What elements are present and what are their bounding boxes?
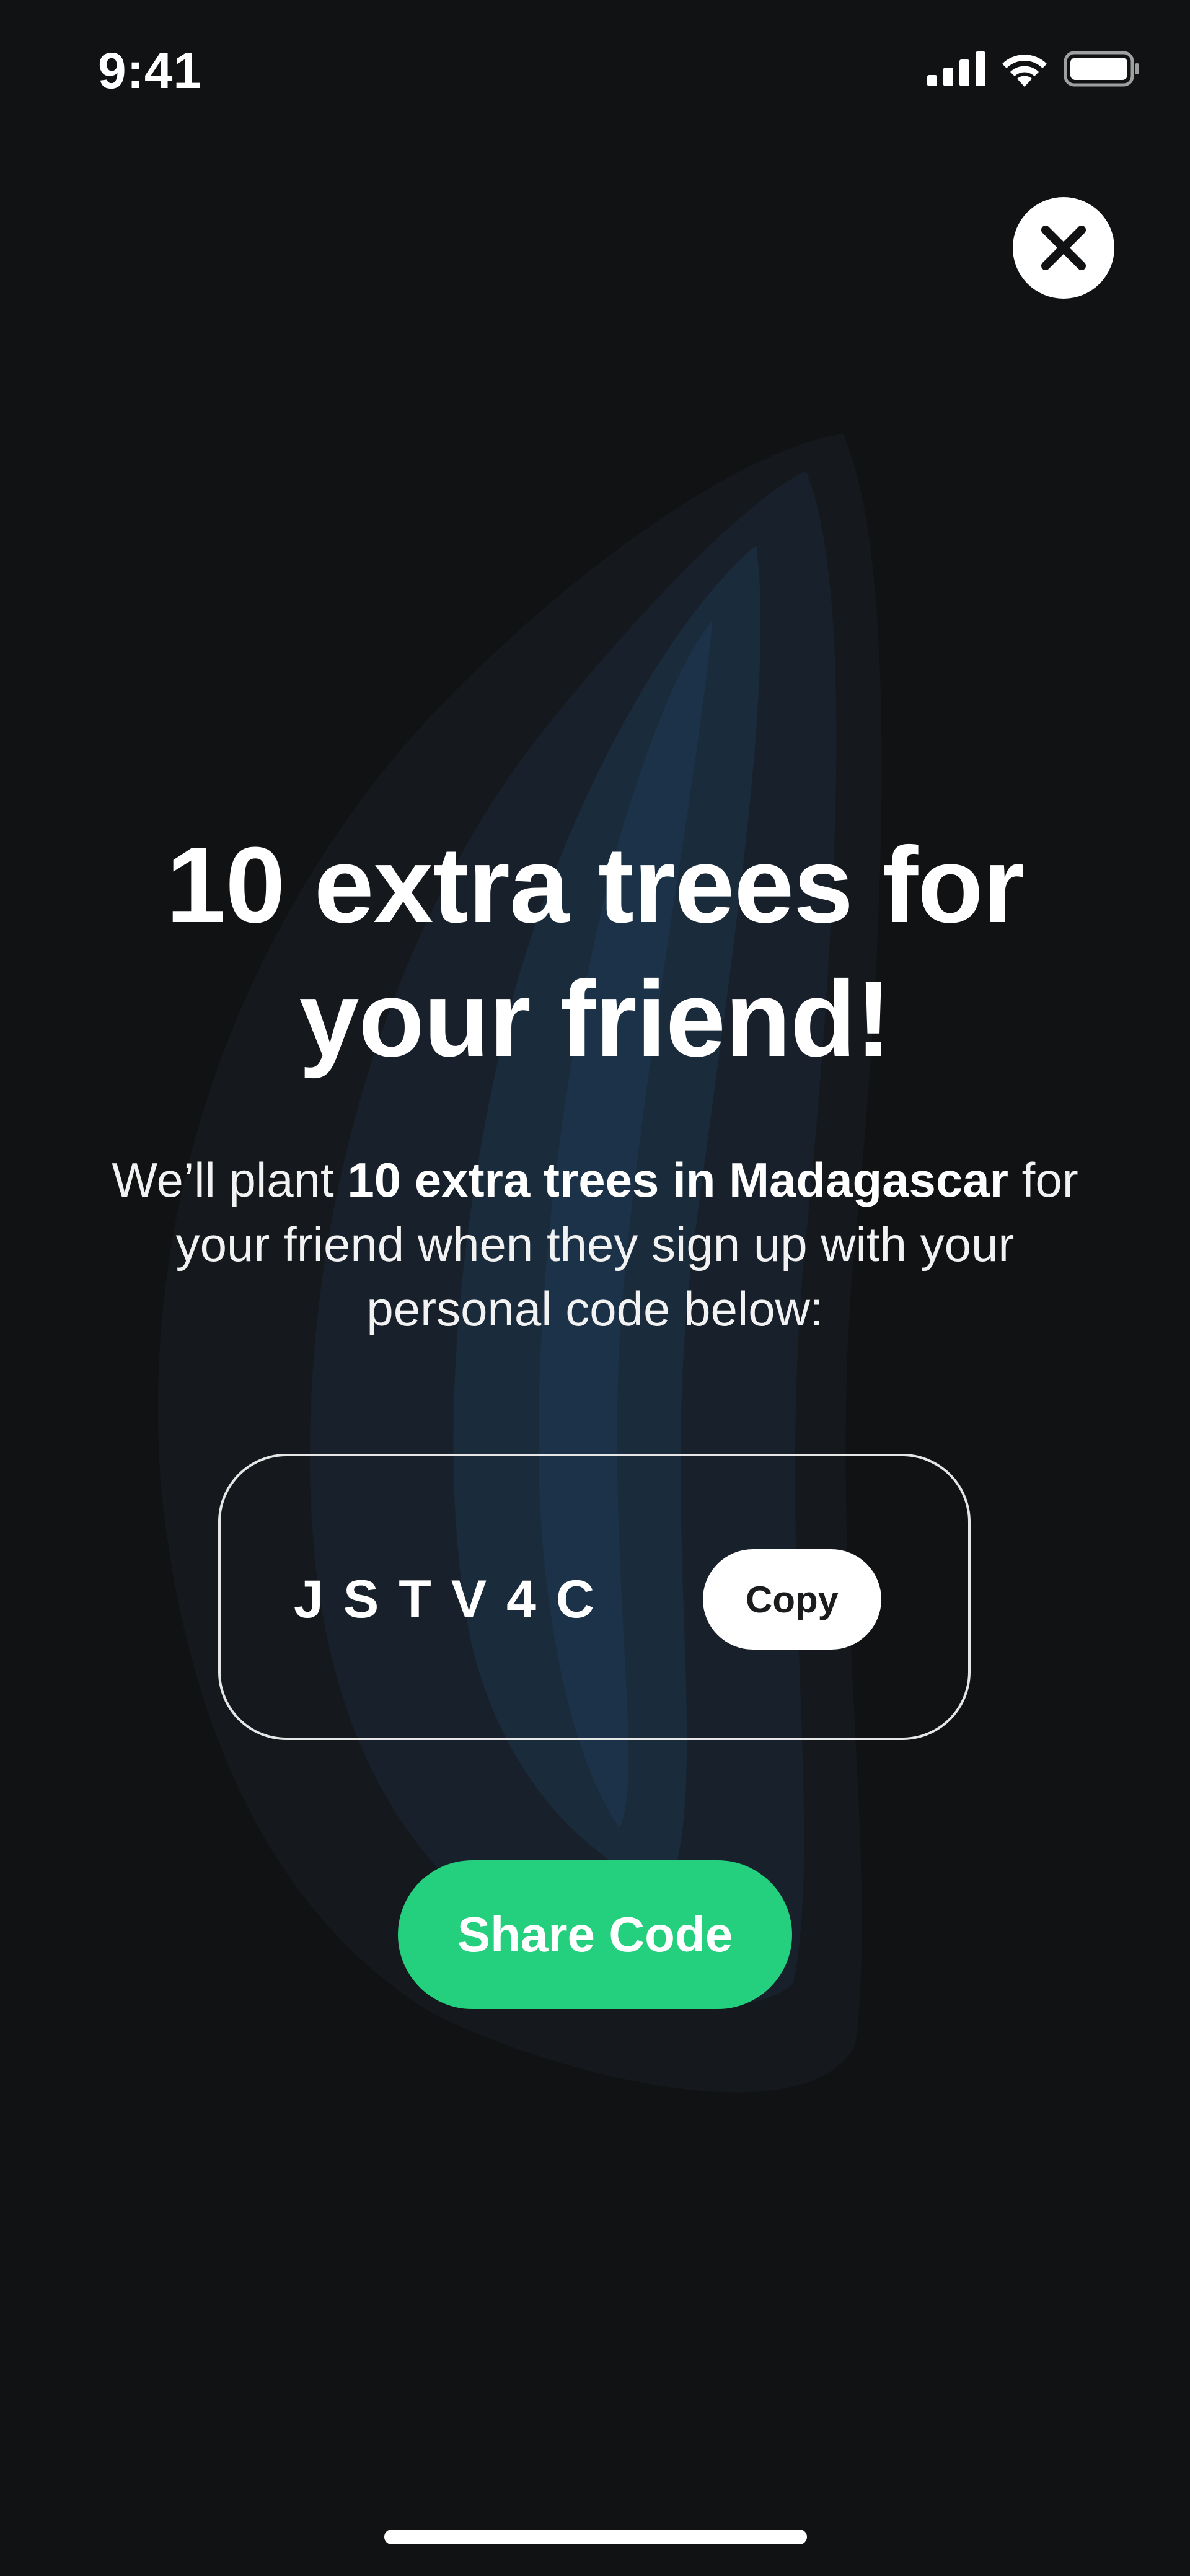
status-time: 9:41 (98, 43, 203, 99)
description-line-1: We’ll plant 10 extra trees in Madagascar… (74, 1148, 1116, 1212)
headline-line-1: 10 extra trees for (165, 824, 1025, 945)
referral-code: JSTV4C (294, 1570, 615, 1629)
description-text: We’ll plant (112, 1153, 348, 1207)
description: We’ll plant 10 extra trees in Madagascar… (74, 1148, 1116, 1341)
battery-icon (1064, 51, 1139, 87)
description-line-3: personal code below: (366, 1281, 824, 1336)
share-code-button[interactable]: Share Code (398, 1860, 792, 2009)
description-highlight: 10 extra trees in Madagascar (347, 1153, 1008, 1207)
wifi-icon (1002, 55, 1047, 87)
description-line-2: your friend when they sign up with your (175, 1217, 1015, 1272)
close-button[interactable] (1013, 197, 1114, 299)
home-indicator[interactable] (384, 2530, 807, 2544)
status-bar: 9:41 (0, 0, 1190, 149)
copy-button[interactable]: Copy (703, 1549, 881, 1650)
referral-screen: 9:41 10 extra trees for your friend! We’… (0, 0, 1190, 2576)
headline: 10 extra trees for your friend! (99, 818, 1091, 1086)
headline-line-2: your friend! (299, 958, 892, 1079)
cellular-signal-icon (927, 51, 985, 86)
close-icon (1041, 226, 1086, 270)
status-icons (927, 51, 1140, 87)
referral-code-box: JSTV4C Copy (218, 1454, 971, 1740)
description-text: for (1008, 1153, 1078, 1207)
